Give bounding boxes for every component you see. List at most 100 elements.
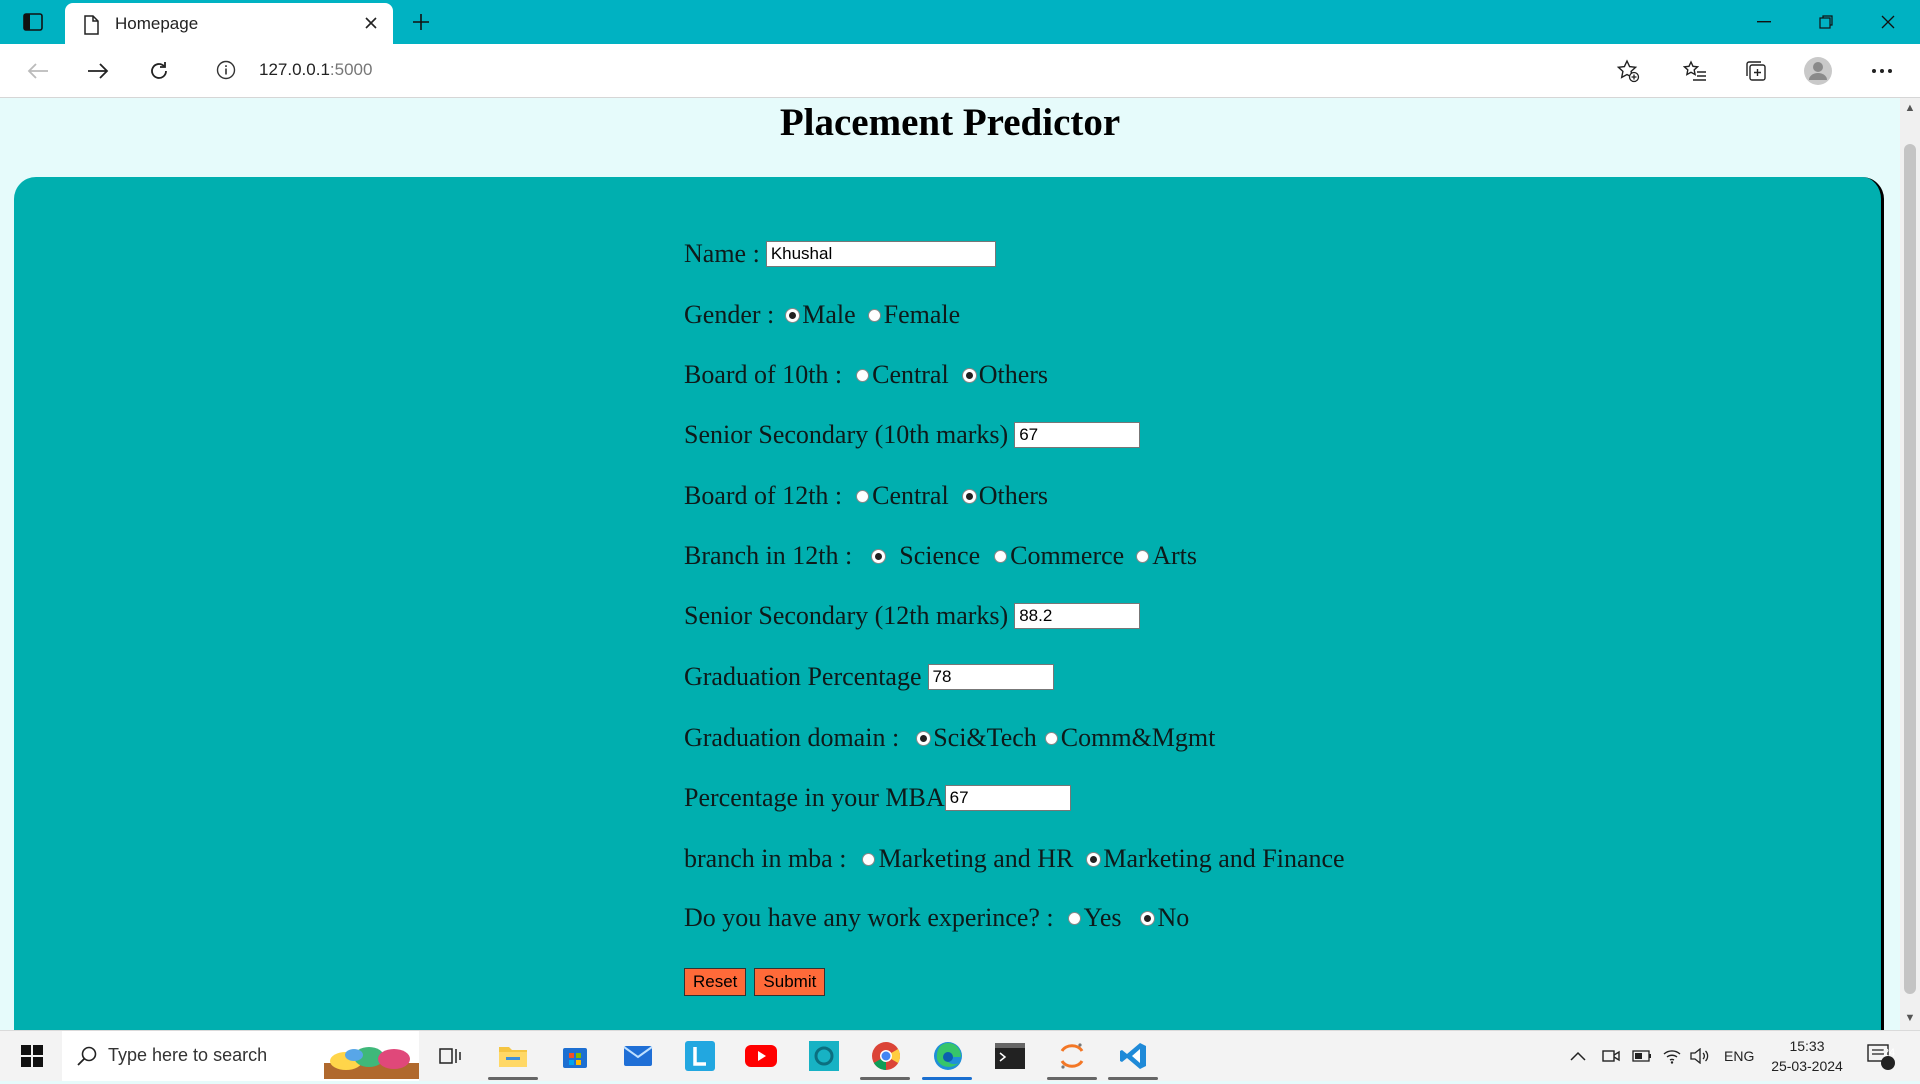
workex-yes-radio[interactable]: [1067, 911, 1081, 925]
windows-taskbar: Type here to search ENG 15:33 25-03-2024…: [0, 1030, 1920, 1081]
scroll-down-arrow-icon[interactable]: ▼: [1904, 1012, 1916, 1024]
scrollbar-thumb[interactable]: [1904, 144, 1916, 994]
branch12-science-radio[interactable]: [872, 549, 886, 563]
vertical-scrollbar[interactable]: ▲ ▼: [1900, 98, 1920, 1030]
grad-pct-input[interactable]: [927, 664, 1054, 690]
mba-branch-label: branch in mba :: [684, 844, 847, 873]
mba-branch-finance-label: Marketing and Finance: [1103, 844, 1345, 873]
scroll-up-arrow-icon[interactable]: ▲: [1904, 102, 1916, 114]
windows-start-icon[interactable]: [12, 1036, 52, 1076]
branch12-arts-label: Arts: [1152, 541, 1197, 570]
meet-now-icon[interactable]: [1602, 1031, 1620, 1081]
more-options-icon[interactable]: [1864, 54, 1900, 88]
branch12-commerce-radio[interactable]: [994, 549, 1008, 563]
clock[interactable]: 15:33 25-03-2024: [1762, 1036, 1852, 1076]
grad-domain-scitech-radio[interactable]: [917, 731, 931, 745]
branch12-row: Branch in 12th : Science Commerce Arts: [684, 539, 1197, 573]
back-icon[interactable]: [20, 54, 56, 88]
search-icon: [76, 1045, 98, 1072]
terminal-icon[interactable]: [992, 1038, 1028, 1074]
restore-icon[interactable]: [1796, 0, 1856, 44]
board10-label: Board of 10th :: [684, 360, 843, 389]
mba-branch-hr-radio[interactable]: [862, 852, 876, 866]
board12-others-label: Others: [978, 481, 1049, 510]
grad-domain-label: Graduation domain :: [684, 723, 900, 752]
name-row: Name :: [684, 237, 996, 271]
favorites-icon[interactable]: [1677, 54, 1713, 88]
edge-icon[interactable]: [930, 1038, 966, 1074]
board12-row: Board of 12th : Central Others: [684, 479, 1048, 513]
forward-icon[interactable]: [80, 54, 116, 88]
close-window-icon[interactable]: [1858, 0, 1918, 44]
submit-button[interactable]: Submit: [754, 968, 826, 996]
address-bar[interactable]: 127.0.0.1:5000: [198, 51, 1658, 89]
board10-central-radio[interactable]: [856, 368, 870, 382]
chrome-icon[interactable]: [868, 1038, 904, 1074]
board12-others-radio[interactable]: [962, 489, 976, 503]
clock-time: 15:33: [1789, 1038, 1825, 1054]
volume-icon[interactable]: [1690, 1031, 1710, 1081]
taskbar-search-box[interactable]: Type here to search: [62, 1031, 419, 1081]
file-explorer-icon[interactable]: [495, 1038, 531, 1074]
form-buttons-row: Reset Submit: [684, 965, 833, 999]
show-hidden-icons-icon[interactable]: [1570, 1031, 1586, 1081]
gender-male-label: Male: [802, 300, 856, 329]
notification-count: 24: [1882, 1047, 1896, 1059]
battery-icon[interactable]: [1632, 1031, 1652, 1081]
minimize-icon[interactable]: [1734, 0, 1794, 44]
board10-others-radio[interactable]: [962, 368, 976, 382]
gender-female-radio[interactable]: [867, 308, 881, 322]
profile-avatar-icon[interactable]: [1800, 54, 1836, 88]
workex-no-radio[interactable]: [1141, 911, 1155, 925]
board10-row: Board of 10th : Central Others: [684, 358, 1048, 392]
mail-icon[interactable]: [620, 1038, 656, 1074]
mba-pct-input[interactable]: [944, 785, 1071, 811]
workex-label: Do you have any work experince? :: [684, 903, 1054, 932]
refresh-icon[interactable]: [141, 54, 177, 88]
microsoft-store-icon[interactable]: [557, 1038, 593, 1074]
vscode-icon[interactable]: [1115, 1038, 1151, 1074]
grad-domain-commmgmt-radio[interactable]: [1044, 731, 1058, 745]
wifi-icon[interactable]: [1662, 1031, 1682, 1081]
mba-branch-hr-label: Marketing and HR: [878, 844, 1074, 873]
mba-branch-row: branch in mba : Marketing and HR Marketi…: [684, 842, 1345, 876]
hsc-marks-input[interactable]: [1014, 603, 1141, 629]
ssc-marks-input[interactable]: [1014, 422, 1141, 448]
grad-pct-row: Graduation Percentage: [684, 660, 1054, 694]
mba-branch-finance-radio[interactable]: [1087, 852, 1101, 866]
board10-others-label: Others: [978, 360, 1049, 389]
page-title: Placement Predictor: [779, 101, 1121, 144]
tab-actions-icon[interactable]: [16, 8, 50, 36]
grad-domain-scitech-label: Sci&Tech: [933, 723, 1037, 752]
gender-male-radio[interactable]: [786, 308, 800, 322]
jupyter-icon[interactable]: [1054, 1038, 1090, 1074]
site-info-icon[interactable]: [216, 60, 236, 85]
browser-titlebar: Homepage: [0, 0, 1920, 44]
search-placeholder: Type here to search: [108, 1045, 268, 1065]
language-indicator[interactable]: ENG: [1724, 1031, 1754, 1081]
name-label: Name :: [684, 239, 760, 268]
branch12-arts-radio[interactable]: [1136, 549, 1150, 563]
board10-central-label: Central: [872, 360, 949, 389]
close-tab-icon[interactable]: [359, 11, 383, 35]
task-view-icon[interactable]: [432, 1038, 468, 1074]
reset-button[interactable]: Reset: [684, 968, 747, 996]
form-card: Name : Gender : Male Female Board of 10t…: [14, 177, 1884, 1030]
name-input[interactable]: [765, 241, 996, 267]
browser-tab[interactable]: Homepage: [65, 3, 393, 44]
add-favorite-icon[interactable]: [1610, 54, 1646, 88]
grad-domain-commmgmt-label: Comm&Mgmt: [1060, 723, 1216, 752]
new-tab-icon[interactable]: [406, 8, 436, 36]
youtube-icon[interactable]: [743, 1038, 779, 1074]
grad-pct-label: Graduation Percentage: [684, 662, 922, 691]
notifications-icon[interactable]: 24: [1866, 1031, 1896, 1081]
collections-icon[interactable]: [1738, 54, 1774, 88]
gender-label: Gender :: [684, 300, 775, 329]
browser-toolbar: 127.0.0.1:5000: [0, 44, 1920, 98]
board12-central-radio[interactable]: [856, 489, 870, 503]
alexa-icon[interactable]: [806, 1038, 842, 1074]
board12-central-label: Central: [872, 481, 949, 510]
ssc-label: Senior Secondary (10th marks): [684, 420, 1009, 449]
l-app-icon[interactable]: [682, 1038, 718, 1074]
branch12-commerce-label: Commerce: [1010, 541, 1125, 570]
